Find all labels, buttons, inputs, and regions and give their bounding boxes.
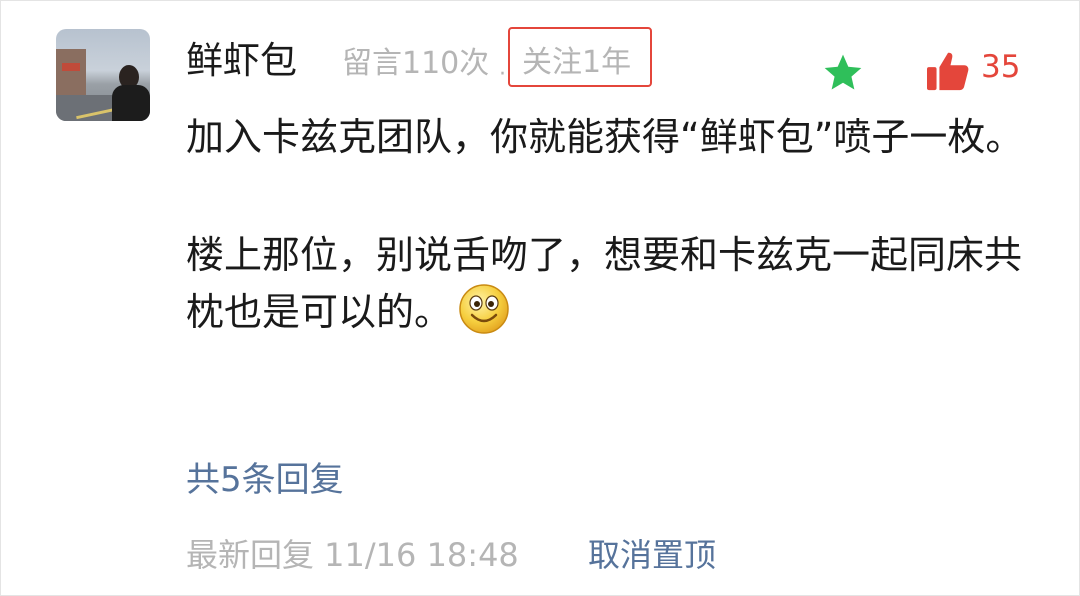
star-icon[interactable] [820, 51, 866, 95]
username[interactable]: 鲜虾包 [186, 38, 297, 84]
comment-body: 加入卡兹克团队，你就能获得“鲜虾包”喷子一枚。 楼上那位，别说舌吻了，想要和卡兹… [186, 110, 1026, 340]
comment-paragraph: 加入卡兹克团队，你就能获得“鲜虾包”喷子一枚。 [186, 115, 1024, 159]
message-count: 留言110次 [342, 46, 490, 81]
follow-duration: 关注1年 [522, 45, 632, 80]
meta-separator: · [499, 62, 506, 87]
comment-paragraph-text: 楼上那位，别说舌吻了，想要和卡兹克一起同床共枕也是可以的。 [186, 233, 1023, 334]
like-count[interactable]: 35 [981, 47, 1020, 87]
thumbs-up-icon[interactable] [925, 50, 971, 92]
comment-paragraph: 楼上那位，别说舌吻了，想要和卡兹克一起同床共枕也是可以的。 [186, 228, 1026, 340]
unpin-button[interactable]: 取消置顶 [588, 534, 716, 576]
latest-reply-time: 最新回复 11/16 18:48 [186, 536, 519, 574]
avatar[interactable] [56, 29, 150, 121]
view-replies-link[interactable]: 共5条回复 [186, 458, 344, 502]
smile-emoji-icon [459, 284, 509, 334]
